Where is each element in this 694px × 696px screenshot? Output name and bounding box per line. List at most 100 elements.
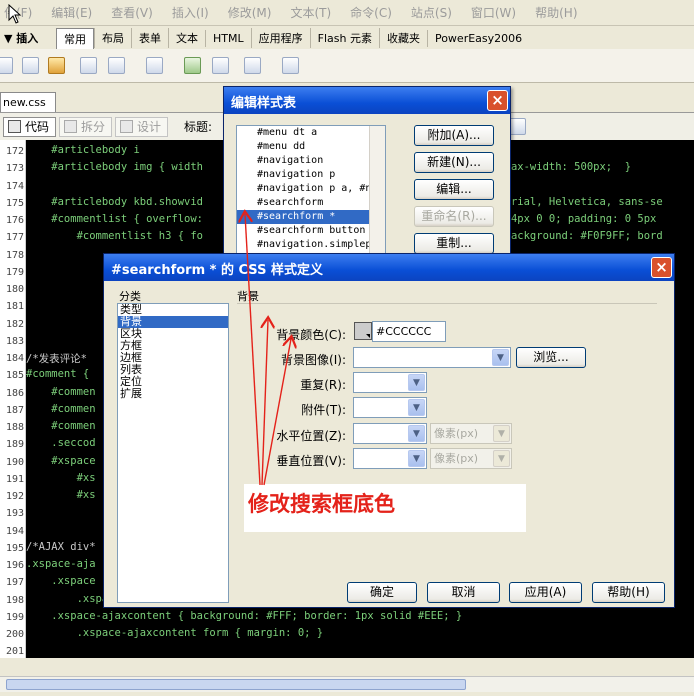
menu-commands[interactable]: 命令(C) — [350, 4, 392, 21]
code-line[interactable]: #comment { — [26, 368, 89, 380]
menu-site[interactable]: 站点(S) — [411, 4, 452, 21]
tab-common[interactable]: 常用 — [56, 27, 94, 49]
code-line[interactable]: #commentlist { overflow: — [26, 213, 203, 225]
code-view-button[interactable]: 代码 — [3, 116, 57, 137]
style-rule-item[interactable]: #searchform button — [237, 224, 385, 238]
tab-flash[interactable]: Flash 元素 — [309, 28, 379, 48]
edit-button[interactable]: 编辑... — [414, 179, 494, 200]
tab-layout[interactable]: 布局 — [94, 28, 131, 48]
help-button[interactable]: 帮助(H) — [592, 582, 665, 603]
table-icon[interactable] — [80, 57, 97, 74]
bg-image-select[interactable]: ▼ — [353, 347, 511, 368]
tab-application[interactable]: 应用程序 — [250, 28, 310, 48]
tab-forms[interactable]: 表单 — [131, 28, 168, 48]
browse-button[interactable]: 浏览... — [516, 347, 586, 368]
v-position-select[interactable]: ▼ — [353, 448, 427, 469]
design-view-button[interactable]: 设计 — [115, 116, 169, 137]
rule-list-scrollbar[interactable] — [369, 126, 385, 261]
code-line[interactable]: #articlebody i — [26, 144, 140, 156]
line-number: 177 — [5, 232, 24, 244]
menu-modify[interactable]: 修改(M) — [228, 4, 272, 21]
file-tab[interactable]: new.css — [0, 92, 56, 112]
category-item[interactable]: 扩展 — [118, 388, 228, 400]
insert-panel-toggle[interactable]: ▼ 插入 — [0, 30, 56, 46]
tab-text[interactable]: 文本 — [168, 28, 205, 48]
cancel-button[interactable]: 取消 — [427, 582, 500, 603]
section-divider — [237, 303, 657, 304]
template-icon[interactable] — [244, 57, 261, 74]
v-position-unit-select[interactable]: 像素(px) ▼ — [430, 448, 512, 469]
style-rule-item[interactable]: #navigation p — [237, 168, 385, 182]
close-icon[interactable]: × — [487, 90, 508, 111]
code-line[interactable]: #articlebody img { width — [26, 161, 203, 173]
h-position-unit-select[interactable]: 像素(px) ▼ — [430, 423, 512, 444]
rename-button[interactable]: 重命名(R)... — [414, 206, 494, 227]
layer-icon[interactable] — [108, 57, 125, 74]
style-rule-item[interactable]: #navigation — [237, 154, 385, 168]
code-line[interactable]: #commentlist h3 { fo — [26, 230, 203, 242]
color-swatch-button[interactable] — [354, 322, 372, 340]
scrollbar-thumb[interactable] — [6, 679, 466, 690]
attach-button[interactable]: 附加(A)... — [414, 125, 494, 146]
code-line[interactable]: #xspace — [26, 455, 95, 467]
anchor-icon[interactable] — [48, 57, 65, 74]
code-line[interactable]: .seccod — [26, 437, 95, 449]
code-line[interactable]: #xs — [26, 472, 96, 484]
apply-button[interactable]: 应用(A) — [509, 582, 582, 603]
hyperlink-icon[interactable] — [0, 57, 13, 74]
code-line[interactable]: /*发表评论* — [26, 351, 87, 366]
menu-insert[interactable]: 插入(I) — [172, 4, 209, 21]
split-view-button[interactable]: 拆分 — [59, 116, 113, 137]
menu-help[interactable]: 帮助(H) — [535, 4, 577, 21]
style-rule-item[interactable]: #searchform — [237, 196, 385, 210]
bg-color-input[interactable]: #CCCCCC — [372, 321, 446, 342]
h-position-select[interactable]: ▼ — [353, 423, 427, 444]
code-line[interactable]: #commen — [26, 403, 95, 415]
code-line[interactable]: .xspace-ajaxcontent form { margin: 0; } — [26, 627, 324, 639]
duplicate-button[interactable]: 重制... — [414, 233, 494, 254]
comment-icon[interactable] — [212, 57, 229, 74]
tab-favorites[interactable]: 收藏夹 — [378, 28, 427, 48]
tag-chooser-icon[interactable] — [282, 57, 299, 74]
file-management-icon[interactable] — [509, 118, 526, 135]
code-line[interactable]: #xs — [26, 489, 96, 501]
split-icon — [64, 120, 78, 133]
style-rule-item[interactable]: #menu dt a — [237, 126, 385, 140]
code-line-tail[interactable]: n Arial, Helvetica, sans-se — [492, 196, 663, 208]
email-link-icon[interactable] — [22, 57, 39, 74]
line-number: 191 — [5, 473, 24, 485]
image-icon[interactable] — [146, 57, 163, 74]
code-line-tail[interactable]: ; max-width: 500px; } — [492, 161, 631, 173]
code-line[interactable]: #commen — [26, 420, 95, 432]
ok-button[interactable]: 确定 — [347, 582, 417, 603]
horizontal-scrollbar[interactable] — [0, 676, 694, 692]
category-list[interactable]: 类型 背景 区块 方框 边框 列表 定位 扩展 — [117, 303, 229, 603]
code-line[interactable]: /*AJAX div* — [26, 541, 96, 553]
menu-view[interactable]: 查看(V) — [111, 4, 153, 21]
edit-stylesheet-titlebar: 编辑样式表 — [224, 87, 510, 114]
date-icon[interactable] — [184, 57, 201, 74]
style-rule-item[interactable]: #searchform * — [237, 210, 385, 224]
code-line[interactable]: .xspace-aja — [26, 558, 96, 570]
menu-window[interactable]: 窗口(W) — [471, 4, 516, 21]
menu-edit[interactable]: 编辑(E) — [51, 4, 92, 21]
code-view-label: 代码 — [25, 120, 50, 134]
repeat-select[interactable]: ▼ — [353, 372, 427, 393]
code-line[interactable]: .xspace — [26, 575, 95, 587]
code-line-tail[interactable]: n: 4px 0 0; padding: 0 5px — [492, 213, 656, 225]
style-rule-list[interactable]: #menu dt a #menu dd #navigation #navigation… — [236, 125, 386, 262]
code-line[interactable]: #commen — [26, 386, 95, 398]
new-button[interactable]: 新建(N)... — [414, 152, 494, 173]
tab-powereasy[interactable]: PowerEasy2006 — [426, 29, 529, 47]
code-line[interactable]: .xspace-ajaxcontent { background: #FFF; … — [26, 610, 462, 622]
style-rule-item[interactable]: #menu dd — [237, 140, 385, 154]
code-line-tail[interactable]: ; background: #F0F9FF; bord — [492, 230, 663, 242]
attachment-select[interactable]: ▼ — [353, 397, 427, 418]
css-rule-titlebar: #searchform * 的 CSS 样式定义 — [104, 254, 674, 281]
style-rule-item[interactable]: #navigation p a, #nav — [237, 182, 385, 196]
menu-text[interactable]: 文本(T) — [290, 4, 331, 21]
style-rule-item[interactable]: #navigation.simplepag — [237, 238, 385, 252]
tab-html[interactable]: HTML — [205, 29, 251, 47]
code-line[interactable]: #articlebody kbd.showvid — [26, 196, 203, 208]
close-icon[interactable]: × — [651, 257, 672, 278]
